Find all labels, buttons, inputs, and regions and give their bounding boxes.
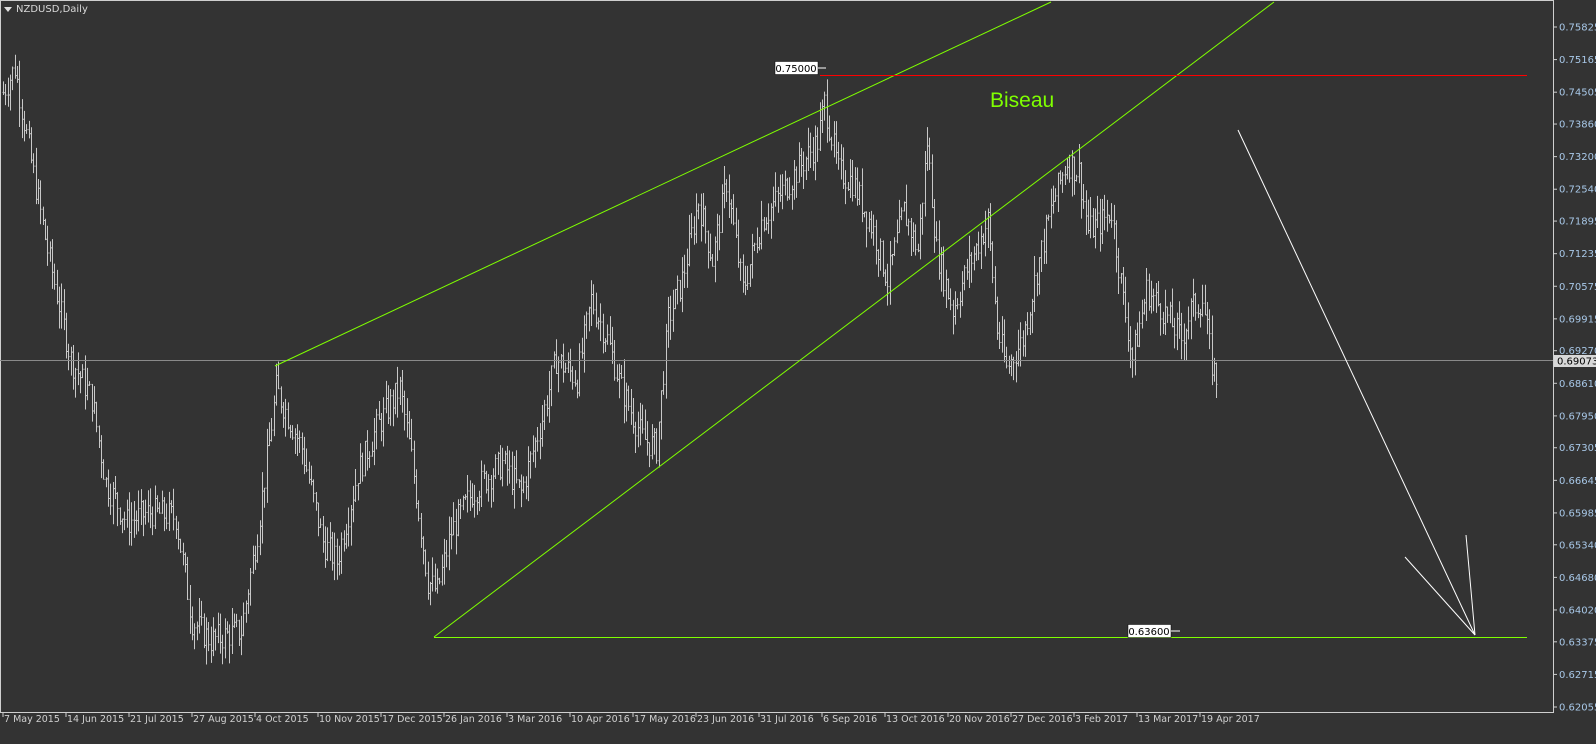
time-tick-label: 10 Apr 2016 — [571, 714, 630, 725]
time-tick-label: 4 Oct 2015 — [256, 714, 309, 725]
chart-title[interactable]: NZDUSD,Daily — [4, 4, 88, 15]
time-tick-label: 17 Dec 2015 — [382, 714, 443, 725]
price-tick-label: 0.75165 — [1559, 55, 1596, 66]
time-axis[interactable]: 7 May 2015 14 Jun 2015 21 Jul 2015 27 Aug 2… — [2, 713, 1260, 725]
price-tick-label: 0.62715 — [1559, 670, 1596, 681]
time-tick-label: 10 Nov 2015 — [319, 714, 380, 725]
current-price-tag: 0.69073 — [1554, 355, 1596, 368]
time-tick-label: 23 Jun 2016 — [697, 714, 754, 725]
price-tick-label: 0.67950 — [1559, 411, 1596, 422]
price-tick-label: 0.65985 — [1559, 508, 1596, 519]
price-tick-label: 0.73860 — [1559, 120, 1596, 131]
price-tick-label: 0.72540 — [1559, 185, 1596, 196]
time-tick-label: 31 Jul 2016 — [760, 714, 814, 725]
time-tick-label: 3 Feb 2017 — [1075, 714, 1128, 725]
price-tick-label: 0.73200 — [1559, 152, 1596, 163]
price-chart[interactable]: 0.75000 0.63600 Biseau 0.758250.751650.7… — [0, 0, 1596, 744]
price-tick-label: 0.74505 — [1559, 88, 1596, 99]
svg-text:0.69073: 0.69073 — [1557, 357, 1596, 368]
time-tick-label: 21 Jul 2015 — [130, 714, 184, 725]
time-tick-label: 13 Mar 2017 — [1138, 714, 1198, 725]
price-tick-label: 0.65340 — [1559, 540, 1596, 551]
time-tick-label: 27 Dec 2016 — [1012, 714, 1073, 725]
price-tick-label: 0.64020 — [1559, 605, 1596, 616]
price-tick-label: 0.70575 — [1559, 282, 1596, 293]
price-tick-label: 0.71895 — [1559, 217, 1596, 228]
symbol-title: NZDUSD,Daily — [16, 4, 88, 15]
time-tick-label: 17 May 2016 — [634, 714, 696, 725]
price-tick-label: 0.69915 — [1559, 314, 1596, 325]
dropdown-triangle-icon[interactable] — [4, 7, 12, 12]
price-tick-label: 0.64680 — [1559, 573, 1596, 584]
svg-text:0.63600: 0.63600 — [1128, 627, 1169, 638]
svg-text:0.75000: 0.75000 — [775, 64, 816, 75]
price-tick-label: 0.67305 — [1559, 443, 1596, 454]
price-tick-label: 0.62055 — [1559, 703, 1596, 714]
price-tick-label: 0.68610 — [1559, 379, 1596, 390]
time-tick-label: 26 Jan 2016 — [445, 714, 502, 725]
price-tick-label: 0.71235 — [1559, 249, 1596, 260]
time-tick-label: 14 Jun 2015 — [67, 714, 124, 725]
plot-area — [0, 0, 1554, 713]
pattern-label: Biseau — [990, 89, 1054, 112]
time-tick-label: 13 Oct 2016 — [886, 714, 945, 725]
time-tick-label: 27 Aug 2015 — [193, 714, 254, 725]
price-tick-label: 0.66645 — [1559, 476, 1596, 487]
time-tick-label: 3 Mar 2016 — [508, 714, 562, 725]
time-tick-label: 6 Sep 2016 — [823, 714, 877, 725]
time-tick-label: 19 Apr 2017 — [1201, 714, 1260, 725]
price-axis[interactable]: 0.75825 0.75165 0.74505 0.73860 0.73200 0.725… — [1553, 23, 1596, 714]
time-tick-label: 20 Nov 2016 — [949, 714, 1010, 725]
time-tick-label: 7 May 2015 — [4, 714, 60, 725]
price-tick-label: 0.63375 — [1559, 637, 1596, 648]
price-tick-label: 0.75825 — [1559, 23, 1596, 34]
